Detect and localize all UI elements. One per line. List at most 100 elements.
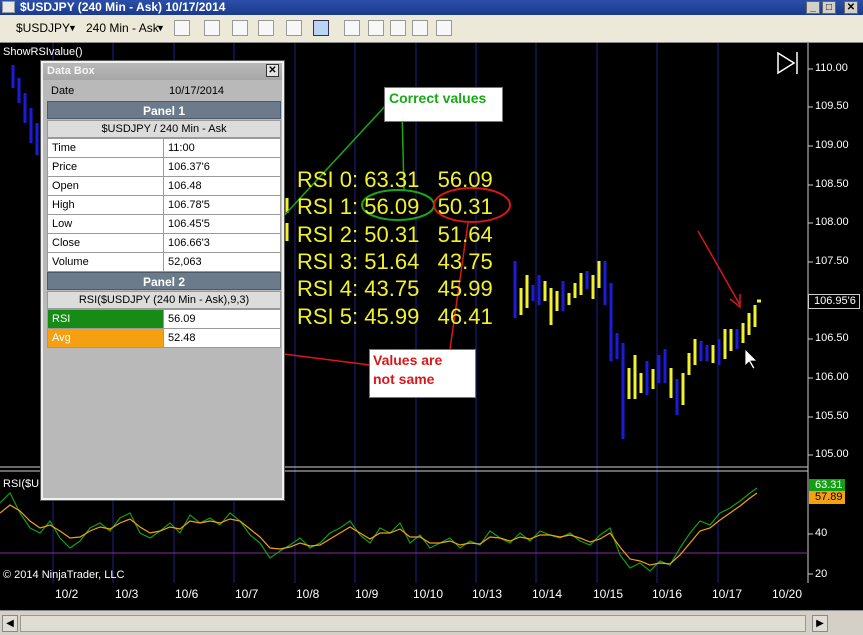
rsi-line: RSI 0: 63.31 56.09 <box>297 167 493 192</box>
panel1-header: Panel 1 <box>47 101 281 119</box>
dollar-icon[interactable] <box>412 20 428 36</box>
row-key: Close <box>47 233 164 253</box>
data-box-close-button[interactable]: ✕ <box>266 64 279 77</box>
date-axis-label: 10/14 <box>532 587 563 601</box>
chevron-down-icon[interactable]: ▼ <box>156 21 165 35</box>
not-same-callout: Values are not same <box>369 349 476 398</box>
row-key: Open <box>47 176 164 196</box>
avg-value: 52.48 <box>163 328 281 348</box>
row-key: Time <box>47 138 164 158</box>
rsi-axis-label: 40 <box>815 527 828 539</box>
chart-app-icon <box>2 1 15 13</box>
date-label: Date <box>51 85 75 97</box>
date-axis-label: 10/20 <box>772 587 803 601</box>
close-button[interactable]: ✕ <box>844 1 858 14</box>
rsi-panel-label: RSI($U <box>3 478 40 490</box>
panel2-header: Panel 2 <box>47 272 281 290</box>
zoom-icon[interactable] <box>258 20 274 36</box>
table-row: Avg 52.48 <box>47 328 281 348</box>
date-axis-label: 10/7 <box>235 587 259 601</box>
date-axis-label: 10/9 <box>355 587 379 601</box>
date-axis-label: 10/13 <box>472 587 503 601</box>
horizontal-scrollbar[interactable]: ◀ ▶ <box>0 610 863 635</box>
price-axis-label: 105.00 <box>815 448 849 460</box>
interval-selector[interactable]: 240 Min - Ask <box>86 21 159 35</box>
price-axis-label: 107.50 <box>815 255 849 267</box>
price-axis-label: 106.50 <box>815 332 849 344</box>
row-value: 106.48 <box>163 176 281 196</box>
row-value: 106.66'3 <box>163 233 281 253</box>
pencil-icon[interactable] <box>204 20 220 36</box>
date-axis-label: 10/2 <box>55 587 79 601</box>
data-box-title: Data Box <box>47 65 95 77</box>
scroll-right-button[interactable]: ▶ <box>812 615 828 632</box>
date-axis-label: 10/16 <box>652 587 683 601</box>
data-box-header[interactable]: Data Box ✕ <box>43 63 282 80</box>
indicators-icon[interactable] <box>368 20 384 36</box>
instrument-selector[interactable]: $USDJPY <box>16 21 70 35</box>
panel2-subheader: RSI($USDJPY (240 Min - Ask),9,3) <box>47 291 281 309</box>
copyright-text: © 2014 NinjaTrader, LLC <box>3 569 125 581</box>
rsi-value: 56.09 <box>163 309 281 329</box>
price-axis-label: 109.00 <box>815 139 849 151</box>
rsi-line: RSI 4: 43.75 45.99 <box>297 276 493 301</box>
price-axis-label: 108.50 <box>815 178 849 190</box>
row-value: 106.37'6 <box>163 157 281 177</box>
maximize-button[interactable]: □ <box>822 1 836 14</box>
bar-style-icon[interactable] <box>174 20 190 36</box>
data-box-icon[interactable] <box>313 20 329 36</box>
not-same-text-line: Values are <box>373 352 443 368</box>
window-title: $USDJPY (240 Min - Ask) 10/17/2014 <box>20 0 226 14</box>
row-key: High <box>47 195 164 215</box>
price-axis-label: 106.00 <box>815 371 849 383</box>
scroll-left-button[interactable]: ◀ <box>2 615 18 632</box>
rsi-key: RSI <box>47 309 164 329</box>
date-axis-label: 10/15 <box>593 587 624 601</box>
date-axis-label: 10/6 <box>175 587 199 601</box>
rsi-line: RSI 1: 56.09 50.31 <box>297 194 493 219</box>
table-row: Close 106.66'3 <box>47 233 281 253</box>
indicator-label: ShowRSIvalue() <box>3 46 83 58</box>
correct-values-callout: Correct values <box>384 87 503 122</box>
date-value: 10/17/2014 <box>169 85 225 97</box>
table-row: RSI 56.09 <box>47 309 281 329</box>
current-price-marker: 106.95'6 <box>808 294 860 309</box>
properties-icon[interactable] <box>344 20 360 36</box>
chevron-down-icon[interactable]: ▼ <box>68 21 77 35</box>
price-axis-label: 109.50 <box>815 100 849 112</box>
minimize-button[interactable]: _ <box>806 1 820 14</box>
table-row: Price 106.37'6 <box>47 157 281 177</box>
table-row: Time 11:00 <box>47 138 281 158</box>
chart-toolbar: $USDJPY ▼ 240 Min - Ask ▼ <box>0 15 863 43</box>
panel2-table: RSI 56.09 Avg 52.48 <box>47 309 281 348</box>
not-same-text-line: not same <box>373 371 435 387</box>
row-value: 106.45'5 <box>163 214 281 234</box>
row-value: 52,063 <box>163 252 281 272</box>
data-box-window[interactable]: Data Box ✕ Date 10/17/2014 Panel 1 $USDJ… <box>40 60 285 501</box>
table-row: Low 106.45'5 <box>47 214 281 234</box>
rsi-line: RSI 5: 45.99 46.41 <box>297 304 493 329</box>
strategy-icon[interactable] <box>390 20 406 36</box>
row-value: 106.78'5 <box>163 195 281 215</box>
table-row: Volume 52,063 <box>47 252 281 272</box>
row-value: 11:00 <box>163 138 281 158</box>
avg-current-marker: 57.89 <box>809 491 845 504</box>
correct-values-text: Correct values <box>389 90 487 106</box>
date-row: Date 10/17/2014 <box>47 82 281 100</box>
panel1-subheader: $USDJPY / 240 Min - Ask <box>47 120 281 138</box>
pointer-icon[interactable] <box>286 20 302 36</box>
price-axis-label: 105.50 <box>815 410 849 422</box>
panel1-table: Time 11:00 Price 106.37'6 Open 106.48 High 1… <box>47 138 281 272</box>
avg-key: Avg <box>47 328 164 348</box>
scroll-thumb[interactable] <box>20 615 806 632</box>
price-axis-label: 110.00 <box>815 62 848 74</box>
rsi-line: RSI 2: 50.31 51.64 <box>297 222 493 247</box>
date-axis-label: 10/8 <box>296 587 320 601</box>
table-row: High 106.78'5 <box>47 195 281 215</box>
panel-icon[interactable] <box>436 20 452 36</box>
row-key: Price <box>47 157 164 177</box>
price-axis-label: 108.00 <box>815 216 849 228</box>
title-bar: $USDJPY (240 Min - Ask) 10/17/2014 _ □ ✕ <box>0 0 863 15</box>
row-key: Low <box>47 214 164 234</box>
crosshair-icon[interactable] <box>232 20 248 36</box>
